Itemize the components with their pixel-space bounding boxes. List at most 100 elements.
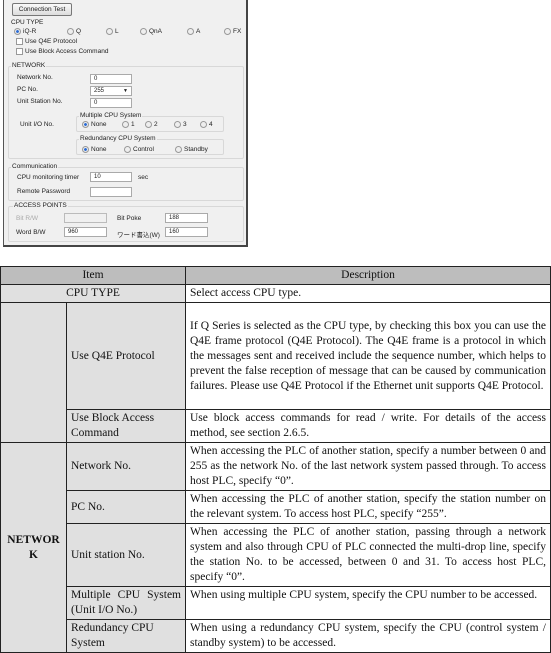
table-header-row: Item Description bbox=[0, 266, 551, 285]
pc-no-select[interactable]: 255 ▼ bbox=[90, 86, 132, 96]
network-group-label: NETWORK bbox=[11, 62, 47, 69]
item-network-no: Network No. bbox=[66, 442, 186, 491]
checkbox-label: Use Q4E Protocol bbox=[25, 38, 78, 45]
radio-cpu-iq-r[interactable]: iQ-R bbox=[14, 28, 36, 35]
radio-label: Q bbox=[76, 28, 82, 35]
multiple-cpu-label: Multiple CPU System bbox=[79, 112, 143, 119]
desc-redundancy-cpu: When using a redundancy CPU system, spec… bbox=[185, 619, 551, 653]
settings-description-table: Item Description CPU TYPE Select access … bbox=[0, 266, 551, 653]
redundancy-cpu-label: Redundancy CPU System bbox=[79, 135, 157, 142]
item-cpu-type: CPU TYPE bbox=[0, 284, 186, 303]
radio-cpu-l[interactable]: L bbox=[106, 28, 119, 35]
radio-icon bbox=[122, 121, 129, 128]
network-no-input[interactable]: 0 bbox=[90, 74, 132, 84]
item-multiple-cpu: Multiple CPU System (Unit I/O No.) bbox=[66, 586, 186, 620]
item-use-block: Use Block Access Command bbox=[66, 409, 186, 443]
radio-icon bbox=[224, 28, 231, 35]
radio-label: None bbox=[91, 146, 107, 153]
radio-cpu-q[interactable]: Q bbox=[67, 28, 81, 35]
radio-icon bbox=[175, 146, 182, 153]
desc-network-no: When accessing the PLC of another statio… bbox=[185, 442, 551, 491]
pc-no-label: PC No. bbox=[17, 86, 38, 93]
network-no-label: Network No. bbox=[17, 74, 53, 81]
item-network-group: NETWORK bbox=[0, 442, 67, 653]
radio-icon bbox=[187, 28, 194, 35]
word-write-input[interactable]: 160 bbox=[165, 227, 208, 237]
cpu-monitoring-timer-input[interactable]: 10 bbox=[90, 172, 132, 182]
unit-station-no-label: Unit Station No. bbox=[17, 98, 63, 105]
radio-icon bbox=[106, 28, 113, 35]
radio-label: FX bbox=[233, 28, 242, 35]
radio-icon bbox=[145, 121, 152, 128]
radio-cpu-qna[interactable]: QnA bbox=[140, 28, 162, 35]
pc-no-value: 255 bbox=[94, 88, 105, 94]
header-item: Item bbox=[0, 266, 186, 285]
radio-redundancy-control[interactable]: Control bbox=[124, 146, 154, 153]
table-row: Multiple CPU System (Unit I/O No.) When … bbox=[1, 586, 551, 620]
radio-icon bbox=[124, 146, 131, 153]
checkbox-icon bbox=[16, 48, 23, 55]
desc-use-q4e: If Q Series is selected as the CPU type,… bbox=[185, 302, 551, 410]
remote-password-input[interactable] bbox=[90, 187, 132, 197]
desc-unit-station-no: When accessing the PLC of another statio… bbox=[185, 523, 551, 587]
radio-multi-2[interactable]: 2 bbox=[145, 121, 158, 128]
radio-label: iQ-R bbox=[23, 28, 37, 35]
word-bw-label: Word B/W bbox=[16, 229, 46, 236]
checkbox-icon bbox=[16, 38, 23, 45]
word-write-label: ワード書込(W) bbox=[117, 232, 160, 239]
radio-label: Control bbox=[133, 146, 154, 153]
radio-icon bbox=[140, 28, 147, 35]
unit-io-no-label: Unit I/O No. bbox=[20, 121, 54, 128]
chevron-down-icon: ▼ bbox=[123, 88, 128, 94]
table-row: Unit station No. When accessing the PLC … bbox=[1, 523, 551, 587]
radio-redundancy-none[interactable]: None bbox=[82, 146, 107, 153]
remote-password-label: Remote Password bbox=[17, 188, 71, 195]
timer-unit-label: sec bbox=[138, 174, 149, 181]
table-row: NETWORK Network No. When accessing the P… bbox=[0, 442, 551, 653]
bit-poke-input[interactable]: 188 bbox=[165, 213, 208, 223]
connection-test-button[interactable]: Connection Test bbox=[12, 3, 72, 16]
radio-label: 4 bbox=[209, 121, 213, 128]
header-description: Description bbox=[185, 266, 551, 285]
radio-label: L bbox=[115, 28, 119, 35]
table-row: Use Block Access Command Use block acces… bbox=[1, 409, 551, 443]
use-q4e-checkbox[interactable]: Use Q4E Protocol bbox=[16, 38, 77, 45]
table-row: PC No. When accessing the PLC of another… bbox=[1, 490, 551, 524]
item-redundancy-cpu: Redundancy CPU System bbox=[66, 619, 186, 653]
table-row: CPU TYPE Select access CPU type. bbox=[0, 284, 551, 303]
radio-icon bbox=[174, 121, 181, 128]
item-cpu-type-group bbox=[0, 302, 67, 443]
radio-multi-1[interactable]: 1 bbox=[122, 121, 135, 128]
checkbox-label: Use Block Access Command bbox=[25, 48, 109, 55]
radio-label: A bbox=[196, 28, 201, 35]
radio-cpu-fx[interactable]: FX bbox=[224, 28, 241, 35]
radio-icon bbox=[200, 121, 207, 128]
radio-multi-none[interactable]: None bbox=[82, 121, 107, 128]
communication-group-label: Communication bbox=[11, 163, 59, 170]
unit-station-no-input[interactable]: 0 bbox=[90, 98, 132, 108]
connection-settings-dialog: Connection Test CPU TYPE iQ-R Q L QnA A … bbox=[3, 0, 248, 247]
radio-multi-3[interactable]: 3 bbox=[174, 121, 187, 128]
table-row: Redundancy CPU System When using a redun… bbox=[1, 619, 551, 653]
radio-label: 1 bbox=[131, 121, 135, 128]
radio-selected-icon bbox=[14, 28, 21, 35]
radio-multi-4[interactable]: 4 bbox=[200, 121, 213, 128]
desc-cpu-type: Select access CPU type. bbox=[185, 284, 551, 303]
radio-icon bbox=[67, 28, 74, 35]
radio-label: QnA bbox=[149, 28, 163, 35]
radio-selected-icon bbox=[82, 121, 89, 128]
radio-redundancy-standby[interactable]: Standby bbox=[175, 146, 208, 153]
bit-rw-label: Bit R/W bbox=[16, 215, 39, 222]
word-bw-input[interactable]: 960 bbox=[64, 227, 107, 237]
radio-selected-icon bbox=[82, 146, 89, 153]
item-pc-no: PC No. bbox=[66, 490, 186, 524]
desc-multiple-cpu: When using multiple CPU system, specify … bbox=[185, 586, 551, 620]
use-block-access-checkbox[interactable]: Use Block Access Command bbox=[16, 48, 108, 55]
radio-label: None bbox=[91, 121, 107, 128]
bit-rw-input[interactable] bbox=[64, 213, 107, 223]
radio-cpu-a[interactable]: A bbox=[187, 28, 200, 35]
desc-pc-no: When accessing the PLC of another statio… bbox=[185, 490, 551, 524]
access-points-group-label: ACCESS POINTS bbox=[13, 202, 68, 209]
radio-label: 3 bbox=[183, 121, 187, 128]
desc-use-block: Use block access commands for read / wri… bbox=[185, 409, 551, 443]
